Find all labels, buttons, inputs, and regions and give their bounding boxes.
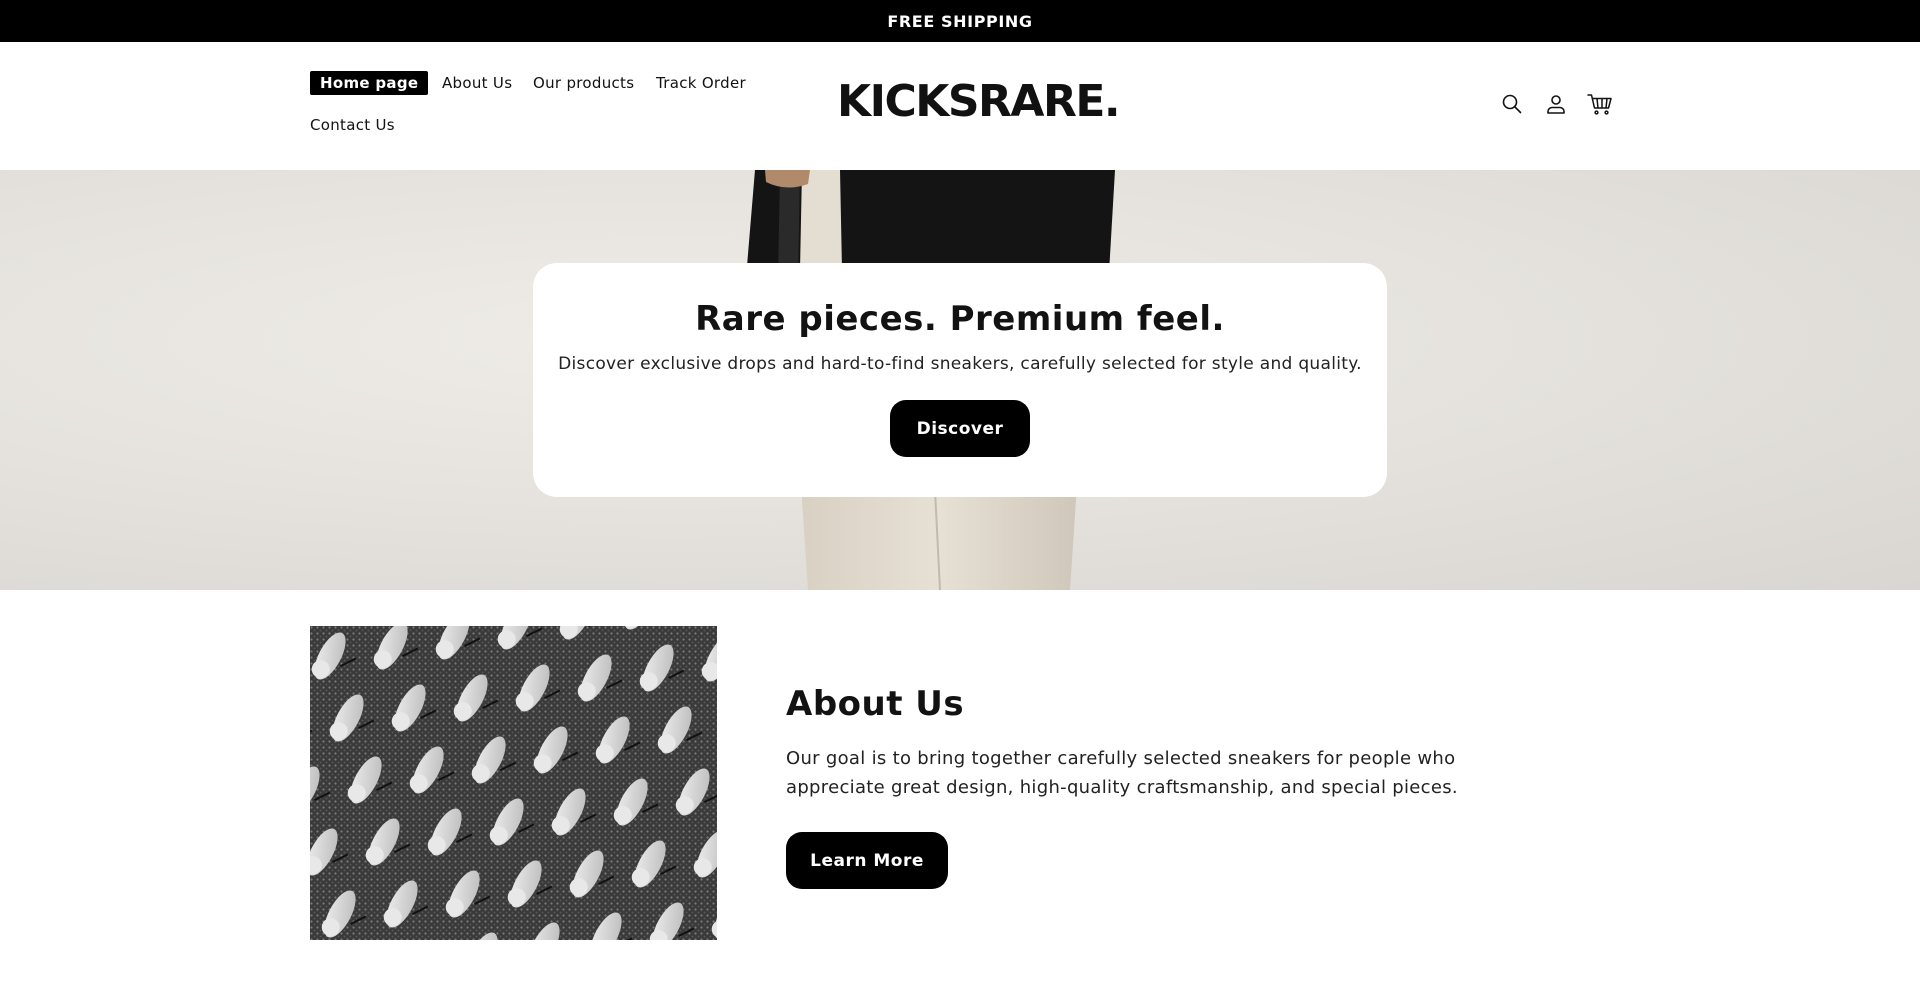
nav-home-page[interactable]: Home page [310, 71, 429, 95]
search-icon [1502, 94, 1522, 114]
announcement-text: FREE SHIPPING [887, 11, 1033, 31]
learn-more-button[interactable]: Learn More [786, 832, 948, 889]
hero-banner: Rare pieces. Premium feel. Discover excl… [0, 170, 1920, 590]
site-logo[interactable]: KICKSRARE. [837, 76, 1121, 127]
account-button[interactable] [1542, 90, 1570, 118]
about-text: Our goal is to bring together carefully … [786, 748, 1458, 798]
account-icon [1547, 95, 1565, 114]
announcement-bar: FREE SHIPPING [0, 0, 1920, 42]
hero-subtitle: Discover exclusive drops and hard-to-fin… [558, 354, 1362, 374]
nav-track-order[interactable]: Track Order [656, 74, 746, 92]
nav-our-products[interactable]: Our products [533, 74, 634, 92]
nav-about-us[interactable]: About Us [442, 74, 512, 92]
discover-button[interactable]: Discover [890, 400, 1030, 457]
cart-icon [1587, 94, 1612, 115]
nav-contact-us[interactable]: Contact Us [310, 116, 395, 134]
about-title: About Us [786, 684, 965, 724]
search-button[interactable] [1498, 90, 1526, 118]
cart-button[interactable] [1586, 90, 1614, 118]
about-image [310, 626, 717, 940]
hero-title: Rare pieces. Premium feel. [695, 299, 1225, 339]
site-header: Home page About Us Our products Track Or… [0, 42, 1920, 170]
hero-card: Rare pieces. Premium feel. Discover excl… [533, 263, 1387, 497]
